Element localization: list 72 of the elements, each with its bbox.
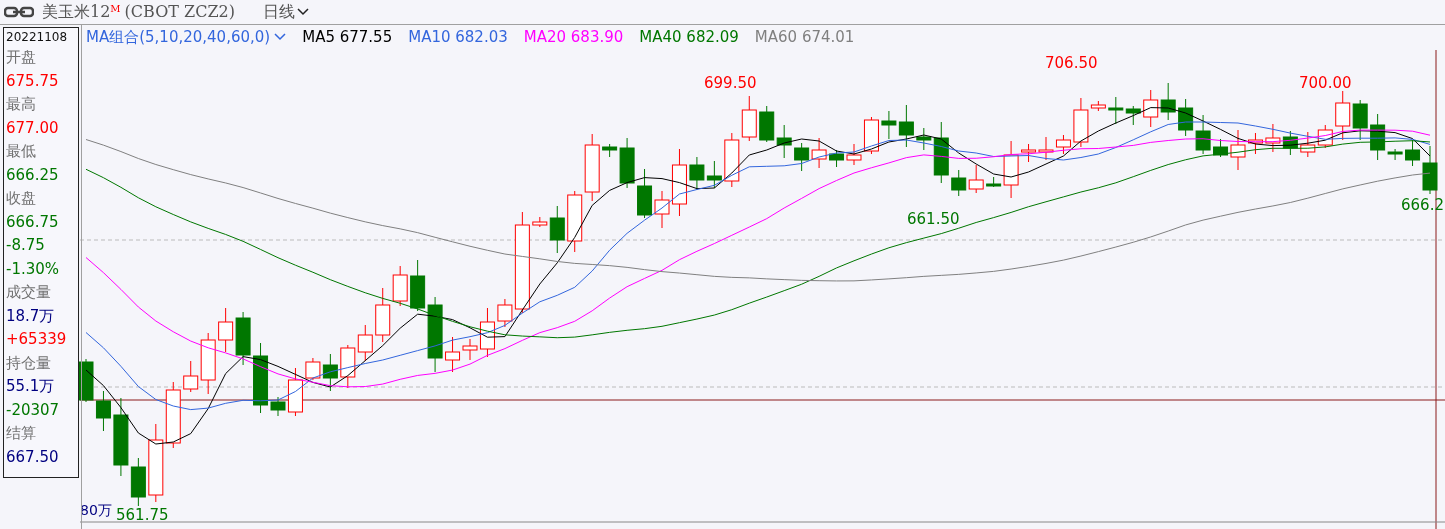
candlestick <box>1195 114 1211 155</box>
candlestick <box>706 160 722 189</box>
candlestick <box>951 169 967 197</box>
candlestick <box>1300 131 1316 158</box>
info-text: +65339 <box>6 329 68 350</box>
info-text: 666.25 <box>6 164 60 186</box>
candlestick <box>741 95 757 142</box>
info-text: 18.7万 <box>6 305 56 327</box>
price-label: 699.50 <box>704 73 757 94</box>
candlestick <box>235 311 251 366</box>
info-text: 666.75 <box>6 211 60 233</box>
candlestick <box>1108 96 1124 125</box>
info-text: -20307 <box>6 399 61 421</box>
candlestick <box>375 287 391 343</box>
candlestick <box>1282 130 1298 156</box>
info-text: 667.50 <box>6 446 60 468</box>
candlestick <box>794 142 810 172</box>
candlestick <box>1335 90 1351 141</box>
info-text: -1.30% <box>6 258 61 280</box>
candlestick <box>689 156 705 191</box>
info-text: 开盘 <box>6 47 37 68</box>
candlestick <box>1055 134 1071 155</box>
candlestick <box>1317 124 1333 149</box>
price-label: 561.75 <box>116 505 169 526</box>
price-label: 700.00 <box>1299 73 1352 94</box>
candlestick <box>1178 98 1194 137</box>
candlestick <box>1021 143 1037 163</box>
price-label: 706.50 <box>1045 53 1098 74</box>
candlestick <box>968 164 984 194</box>
candlestick <box>1160 82 1176 121</box>
candlestick <box>392 265 408 307</box>
info-text: -8.75 <box>6 235 46 256</box>
candlestick <box>1265 123 1281 153</box>
instrument-title: 美玉米12$^{M}$ (CBOT ZCZ2) <box>42 1 235 23</box>
candlestick <box>1038 136 1054 161</box>
chevron-down-icon <box>274 33 287 41</box>
ma-legend-text: MA40 682.09 <box>639 26 739 48</box>
candlestick <box>567 190 583 253</box>
candlestick <box>357 324 373 362</box>
info-text: 收盘 <box>6 188 37 209</box>
candlestick <box>1352 99 1368 141</box>
ma-legend-text: MA60 674.01 <box>754 26 855 48</box>
date-text: 20221108 <box>6 29 69 46</box>
ma-selector-dropdown[interactable]: MA组合(5,10,20,40,60,0) <box>86 25 287 49</box>
candlestick <box>811 137 827 169</box>
candlestick <box>759 105 775 143</box>
candlestick <box>218 307 234 353</box>
candlestick <box>584 133 600 202</box>
info-text: 结算 <box>6 423 37 444</box>
chevron-down-icon <box>296 8 309 16</box>
candlestick <box>776 124 792 159</box>
candlestick <box>637 168 653 219</box>
info-text: 55.1万 <box>6 376 56 397</box>
info-text: 最高 <box>6 94 37 115</box>
info-text: 持仓量 <box>6 352 52 374</box>
info-text: 最低 <box>6 141 37 162</box>
candlestick <box>165 381 181 449</box>
price-label: 661.50 <box>907 209 960 230</box>
ma-legend-text: MA10 682.03 <box>408 26 508 48</box>
info-text: 675.75 <box>6 70 60 92</box>
info-text: 成交量 <box>6 282 52 303</box>
ma-legend-text: MA5 677.55 <box>302 26 393 48</box>
candlestick <box>724 132 740 188</box>
ma-legend-text: MA20 683.90 <box>523 26 624 48</box>
info-text: 677.00 <box>6 117 60 139</box>
period-dropdown[interactable]: 日线 <box>262 0 309 24</box>
candlestick <box>1125 105 1141 126</box>
candlestick <box>1143 89 1159 128</box>
candlestick <box>340 344 356 389</box>
candlestick <box>95 390 111 432</box>
price-label: 666.2 <box>1401 195 1444 216</box>
link-icon[interactable] <box>4 6 34 18</box>
